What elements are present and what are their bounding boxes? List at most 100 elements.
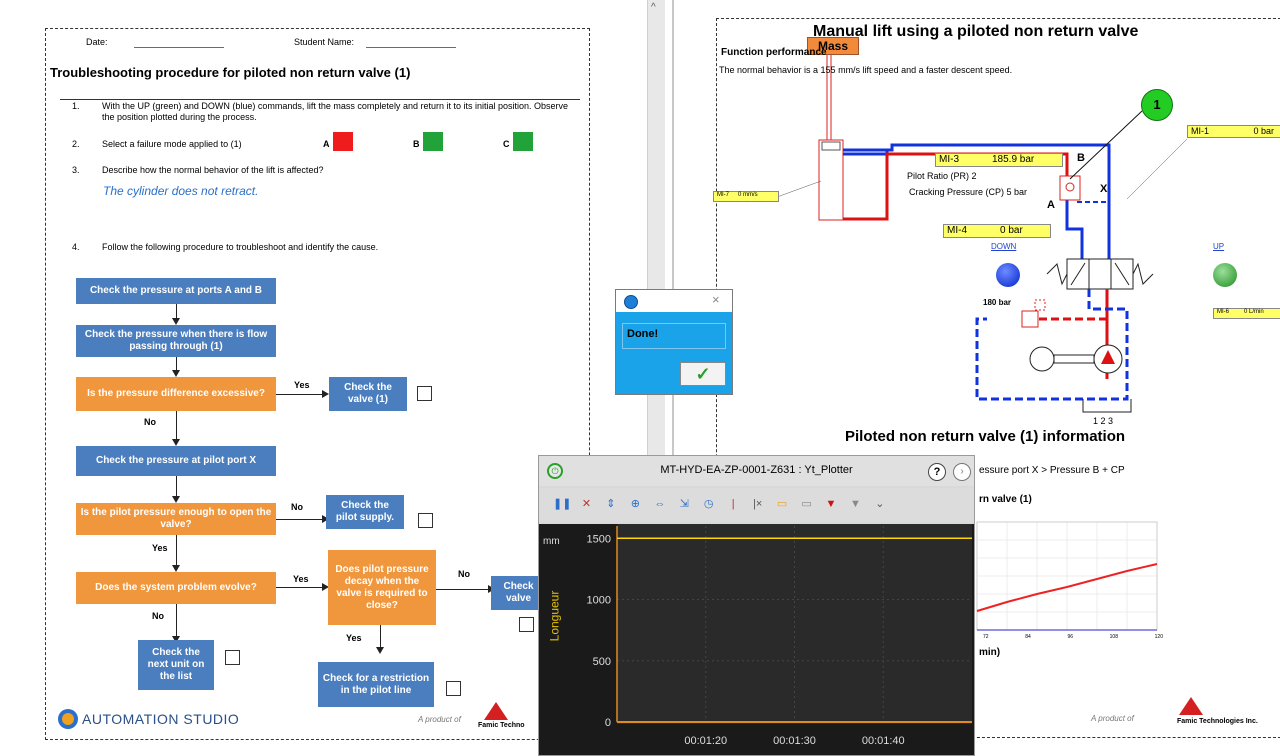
overflow-menu-icon[interactable]: ⌄	[871, 495, 889, 513]
pilot-ratio-text: Pilot Ratio (PR) 2	[907, 171, 977, 181]
zoom-y-icon[interactable]: ⇕	[602, 495, 620, 513]
flow-no-label: No	[144, 417, 156, 427]
function-performance-heading: Function performance	[721, 47, 827, 58]
valve-chart-x-ticks: 72 84 96 108 120	[983, 634, 1163, 640]
flow-yes-label: Yes	[294, 380, 310, 390]
flow-arrow	[172, 496, 180, 503]
flow-check-next-unit-checkbox[interactable]	[225, 650, 240, 665]
step-1-text: With the UP (green) and DOWN (blue) comm…	[102, 101, 569, 122]
automation-studio-logo-icon	[58, 709, 78, 729]
mi-4-value: 0 bar	[1000, 225, 1023, 236]
mi-1-meter[interactable]: MI-1 0 bar	[1187, 125, 1280, 138]
flow-question-system-problem: Does the system problem evolve?	[76, 572, 276, 604]
yt-plotter-window: ⏻ MT-HYD-EA-ZP-0001-Z631 : Yt_Plotter ? …	[538, 455, 975, 756]
port-b-label: B	[1077, 152, 1085, 164]
zoom-x-icon[interactable]: ⇔	[651, 495, 669, 513]
scroll-up-icon[interactable]: ^	[651, 2, 656, 13]
title-divider	[60, 99, 580, 100]
flow-check-pilot-supply: Check the pilot supply.	[326, 495, 404, 529]
add-note-icon[interactable]: ▭	[773, 495, 791, 513]
port-a-label: A	[1047, 199, 1055, 211]
component-callout-1[interactable]: 1	[1141, 89, 1173, 121]
mi-6-meter[interactable]: MI-6 0 L/min	[1213, 308, 1280, 319]
plot-area[interactable]: 1500 1000 500 0 00:01:20 00:01:30 00:01:40 mm …	[539, 524, 974, 755]
flow-check-pilot-restriction-checkbox[interactable]	[446, 681, 461, 696]
up-button[interactable]	[1213, 263, 1237, 287]
zoom-in-icon[interactable]: ⊕	[626, 495, 644, 513]
flow-yes-label: Yes	[346, 633, 362, 643]
y-tick-label: 1000	[587, 595, 611, 607]
flow-yes-label: Yes	[152, 543, 168, 553]
failure-c-button[interactable]	[513, 132, 533, 151]
done-dialog: × Done! ✓	[615, 289, 733, 395]
help-icon[interactable]: ?	[928, 463, 946, 481]
plot-svg: 1500 1000 500 0 00:01:20 00:01:30 00:01:40	[587, 524, 972, 747]
mi-6-label: MI-6	[1217, 309, 1229, 315]
valve-chart-tick: 120	[1154, 634, 1163, 640]
remove-marker-icon[interactable]: ▼	[846, 495, 864, 513]
mi-7-label: MI-7	[717, 192, 729, 198]
flow-check-pilot-supply-checkbox[interactable]	[418, 513, 433, 528]
failure-b-button[interactable]	[423, 132, 443, 151]
remove-note-icon[interactable]: ▭	[798, 495, 816, 513]
flow-yes-label: Yes	[293, 574, 309, 584]
x-tick-label: 00:01:40	[862, 735, 905, 747]
mi-4-meter[interactable]: MI-4 0 bar	[943, 224, 1051, 238]
flow-connector	[176, 476, 177, 496]
step-2-number: 2.	[72, 139, 80, 149]
failure-c-label: C	[503, 139, 510, 149]
mi-4-label: MI-4	[947, 225, 967, 236]
date-field[interactable]	[134, 47, 224, 48]
worksheet-title: Troubleshooting procedure for piloted no…	[50, 65, 411, 80]
valve-chart-tick: 84	[1025, 634, 1031, 640]
down-button[interactable]	[996, 263, 1020, 287]
y-tick-label: 1500	[587, 533, 611, 545]
flow-check-next-unit: Check the next unit on the list	[138, 640, 214, 690]
plotter-toolbar: ❚❚ ✕ ⇕ ⊕ ⇔ ⇲ ◷ | |× ▭ ▭ ▼ ▼ ⌄	[539, 488, 974, 522]
timer-icon[interactable]: ◷	[700, 495, 718, 513]
pause-icon[interactable]: ❚❚	[553, 495, 571, 513]
mi-3-meter[interactable]: MI-3 185.9 bar	[935, 153, 1063, 167]
flow-connector	[176, 357, 177, 371]
famic-logo-icon	[1179, 697, 1203, 715]
reset-zoom-icon[interactable]: ✕	[577, 495, 595, 513]
flow-no-label: No	[152, 611, 164, 621]
failure-a-button[interactable]	[333, 132, 353, 151]
ok-button[interactable]: ✓	[680, 362, 726, 386]
add-marker-icon[interactable]: ▼	[822, 495, 840, 513]
plotter-titlebar[interactable]: ⏻ MT-HYD-EA-ZP-0001-Z631 : Yt_Plotter ? …	[539, 456, 974, 486]
flow-arrow	[172, 439, 180, 446]
circuit-title: Manual lift using a piloted non return v…	[813, 23, 1139, 40]
student-name-field[interactable]	[366, 47, 456, 48]
date-label: Date:	[86, 37, 108, 47]
remove-cursor-icon[interactable]: |×	[749, 495, 767, 513]
flow-arrow	[172, 565, 180, 572]
function-performance-text: The normal behavior is a 155 mm/s lift s…	[719, 65, 1013, 75]
valve-info-text: essure port X > Pressure B + CP	[979, 465, 1125, 476]
flow-connector	[276, 394, 322, 395]
mi-7-meter[interactable]: MI-7 0 mm/s	[713, 191, 779, 202]
flow-connector	[176, 411, 177, 439]
flow-check-pilot-restriction: Check for a restriction in the pilot lin…	[318, 662, 434, 707]
valve-chart-xlabel: min)	[979, 647, 1001, 658]
cracking-pressure-text: Cracking Pressure (CP) 5 bar	[909, 187, 1028, 197]
y-unit-label: mm	[543, 536, 560, 547]
dialog-message: Done!	[622, 323, 726, 349]
add-cursor-icon[interactable]: |	[724, 495, 742, 513]
famic-label: Famic Technologies Inc.	[1177, 718, 1258, 725]
y-tick-label: 500	[593, 656, 611, 668]
failure-a-label: A	[323, 139, 330, 149]
close-icon[interactable]: ×	[712, 292, 720, 307]
flow-check-valve-2-checkbox[interactable]	[519, 617, 534, 632]
next-icon[interactable]: ›	[953, 463, 971, 481]
famic-label: Famic Techno	[478, 722, 525, 729]
valve-info-title: Piloted non return valve (1) information	[845, 428, 1126, 445]
failure-b-label: B	[413, 139, 420, 149]
y-axis-label: Longueur	[547, 590, 562, 642]
flow-check-valve-1-checkbox[interactable]	[417, 386, 432, 401]
relief-valve-setting: 180 bar	[983, 298, 1012, 307]
flow-arrow	[376, 647, 384, 654]
answer-text[interactable]: The cylinder does not retract.	[103, 184, 258, 198]
fit-icon[interactable]: ⇲	[675, 495, 693, 513]
x-tick-label: 00:01:20	[684, 735, 727, 747]
